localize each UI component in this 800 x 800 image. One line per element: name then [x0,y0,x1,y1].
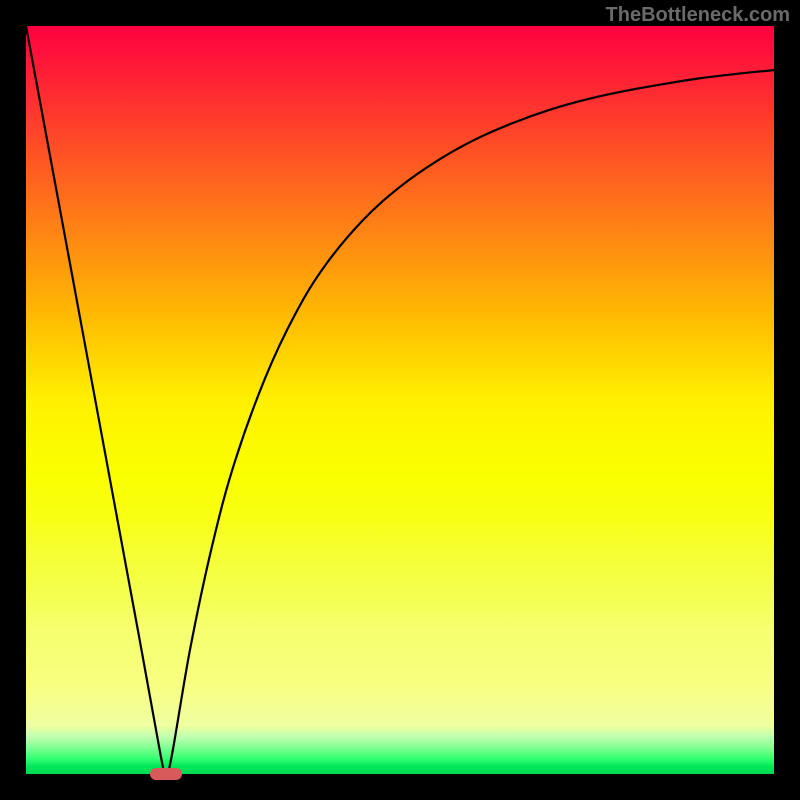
chart-container: TheBottleneck.com [0,0,800,800]
curve-svg [26,26,774,774]
plot-area [26,26,774,774]
watermark-text: TheBottleneck.com [606,4,790,27]
bottleneck-curve [26,26,774,774]
optimal-marker [150,768,182,779]
